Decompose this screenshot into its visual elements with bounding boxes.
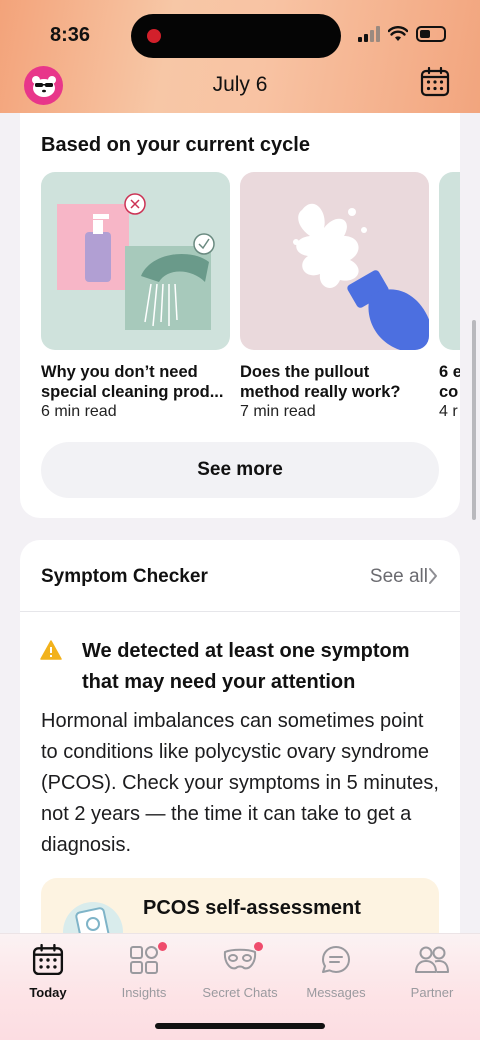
signal-icon (358, 26, 380, 42)
tab-label: Insights (121, 985, 167, 1000)
symptom-checker-title: Symptom Checker (41, 566, 208, 587)
symptom-checker-header: Symptom Checker See all (20, 540, 460, 612)
tab-label: Today (29, 985, 67, 1000)
symptom-alert-text: We detected at least one symptom that ma… (82, 640, 410, 693)
scrollbar[interactable] (472, 320, 476, 520)
symptom-description: Hormonal imbalances can sometimes point … (41, 710, 439, 856)
mask-icon (223, 948, 257, 970)
article-title: 6 e co (439, 363, 460, 401)
tab-secret-chats[interactable]: Secret Chats (192, 942, 288, 1000)
tab-label: Messages (306, 985, 366, 1000)
home-indicator[interactable] (155, 1023, 325, 1029)
dynamic-island (131, 14, 341, 58)
recommendations-card: Based on your current cycle Why you don’… (20, 100, 460, 518)
see-all-link[interactable]: See all (370, 566, 428, 588)
see-more-button[interactable]: See more (41, 442, 439, 498)
article-read-time: 7 min read (240, 403, 316, 420)
calendar-button[interactable] (420, 66, 452, 99)
article-card[interactable]: 6 e co 4 r (439, 172, 460, 421)
grid-icon (130, 946, 158, 974)
bottle-splash-illustration (293, 203, 429, 350)
top-header: 8:36 July 6 (0, 0, 480, 113)
calendar-icon (420, 66, 450, 97)
article-title: Why you don’t need special cleaning prod… (41, 363, 224, 401)
tab-partner[interactable]: Partner (384, 942, 480, 1000)
cleaning-products-illustration (57, 193, 215, 330)
pcos-assessment-title: PCOS self-assessment (143, 897, 361, 919)
calendar-icon (32, 944, 64, 976)
section-title: Based on your current cycle (41, 134, 310, 156)
partner-icon (415, 946, 449, 973)
article-read-time: 6 min read (41, 403, 117, 420)
article-read-time: 4 r (439, 403, 458, 420)
tab-label: Partner (410, 985, 454, 1000)
tab-today[interactable]: Today (0, 942, 96, 1000)
tab-insights[interactable]: Insights (96, 942, 192, 1000)
date-title[interactable]: July 6 (0, 73, 480, 97)
notification-badge (158, 942, 167, 951)
battery-icon (416, 26, 446, 42)
tab-label: Secret Chats (202, 985, 278, 1000)
chevron-right-icon[interactable] (428, 567, 438, 585)
wifi-icon (388, 26, 408, 41)
article-title: Does the pullout method really work? (240, 363, 401, 401)
notification-badge (254, 942, 263, 951)
article-card[interactable]: Does the pullout method really work? 7 m… (240, 172, 429, 421)
article-carousel[interactable]: Why you don’t need special cleaning prod… (41, 172, 460, 432)
article-thumbnail (41, 172, 230, 350)
article-card[interactable]: Why you don’t need special cleaning prod… (41, 172, 230, 421)
chat-bubble-icon (322, 946, 350, 973)
article-thumbnail (439, 172, 460, 350)
status-icons (358, 26, 446, 42)
article-thumbnail (240, 172, 429, 350)
symptom-checker-card: Symptom Checker See all We detected at l… (20, 540, 460, 960)
recording-indicator (147, 29, 161, 43)
tab-messages[interactable]: Messages (288, 942, 384, 1000)
warning-icon (40, 640, 62, 660)
status-time: 8:36 (50, 24, 91, 46)
